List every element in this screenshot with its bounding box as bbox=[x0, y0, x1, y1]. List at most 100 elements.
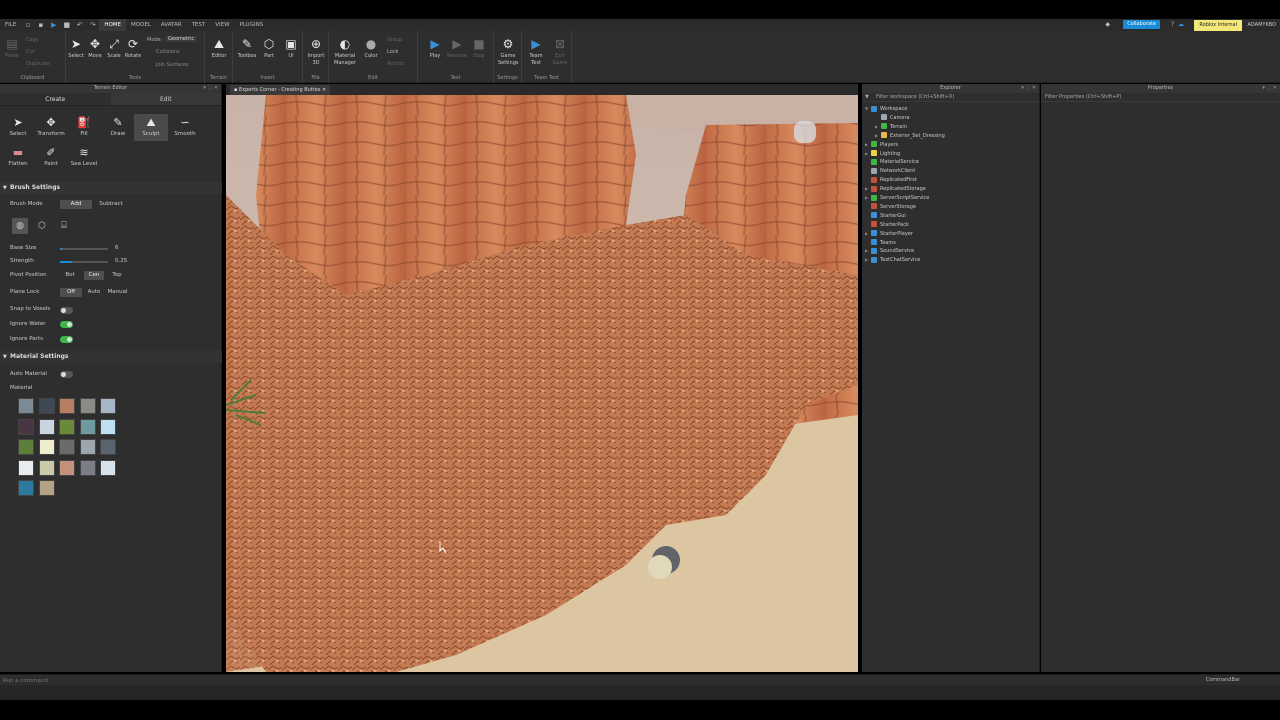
brush-sphere-button[interactable]: ◍ bbox=[12, 218, 28, 234]
material-swatch[interactable] bbox=[38, 398, 55, 414]
auto-material-toggle[interactable] bbox=[60, 371, 73, 378]
pivot-bot-button[interactable]: Bot bbox=[60, 271, 80, 280]
tab-edit[interactable]: Edit bbox=[110, 93, 221, 105]
panel-close-icon[interactable]: ▾ ⬚ ✕ bbox=[1021, 84, 1036, 93]
stop-button[interactable]: ■ Stop bbox=[469, 37, 489, 59]
explorer-item[interactable]: ▶ ServerScriptService bbox=[865, 194, 929, 202]
game-settings-button[interactable]: ⚙ Game Settings bbox=[498, 37, 519, 66]
material-swatch[interactable] bbox=[18, 439, 34, 455]
material-swatch[interactable] bbox=[79, 459, 96, 476]
material-swatch[interactable] bbox=[100, 398, 116, 414]
tool-sea-level[interactable]: ≋ Sea Level bbox=[67, 146, 101, 168]
base-size-value[interactable]: 6 bbox=[115, 245, 119, 251]
explorer-item[interactable]: NetworkClient bbox=[865, 167, 915, 175]
ignore-water-toggle[interactable] bbox=[60, 321, 73, 328]
group-button[interactable]: Group bbox=[387, 37, 402, 43]
explorer-item[interactable]: ▶ StarterPlayer bbox=[865, 230, 913, 238]
explorer-item[interactable]: ▶ Players bbox=[865, 141, 898, 149]
explorer-item[interactable]: ServerStorage bbox=[865, 203, 916, 211]
plane-manual-button[interactable]: Manual bbox=[105, 288, 130, 297]
explorer-item[interactable]: ▶ TextChatService bbox=[865, 256, 920, 264]
ui-button[interactable]: ▣ UI bbox=[281, 37, 301, 59]
material-swatch[interactable] bbox=[18, 459, 34, 476]
cloud-icon[interactable]: ☁ bbox=[1178, 21, 1184, 28]
toolbox-button[interactable]: ✎ Toolbox bbox=[237, 37, 257, 59]
scale-button[interactable]: ⤢ Scale bbox=[104, 37, 124, 59]
material-settings-header[interactable]: ▼ Material Settings bbox=[0, 351, 222, 363]
collaborate-button[interactable]: Collaborate bbox=[1123, 20, 1160, 29]
undo-icon[interactable]: ↶ bbox=[76, 21, 83, 29]
collisions-toggle[interactable]: Collisions bbox=[156, 49, 180, 55]
resume-button[interactable]: ▶ Resume bbox=[447, 37, 467, 59]
save-icon[interactable]: ▪ bbox=[37, 21, 44, 29]
viewport-tab[interactable]: ▪ Experts Corner - Creating Buttes ✕ bbox=[230, 85, 331, 95]
pivot-top-button[interactable]: Top bbox=[107, 271, 127, 280]
material-swatch[interactable] bbox=[100, 459, 116, 476]
tool-transform[interactable]: ✥ Transform bbox=[34, 116, 68, 138]
stop-icon[interactable]: ■ bbox=[63, 21, 71, 29]
strength-value[interactable]: 0.25 bbox=[115, 258, 127, 264]
move-button[interactable]: ✥ Move bbox=[85, 37, 105, 59]
tab-home[interactable]: HOME bbox=[99, 19, 127, 31]
anchor-button[interactable]: Anchor bbox=[387, 61, 405, 67]
tool-select[interactable]: ➤ Select bbox=[1, 116, 35, 138]
menu-file[interactable]: FILE bbox=[0, 19, 21, 31]
explorer-item[interactable]: ▶ SoundService bbox=[865, 247, 914, 255]
mode-select[interactable]: Geometric bbox=[165, 36, 198, 42]
material-swatch[interactable] bbox=[18, 398, 34, 414]
explorer-item[interactable]: ▶ Exterior_Set_Dressing bbox=[875, 132, 945, 140]
ignore-parts-toggle[interactable] bbox=[60, 336, 73, 343]
explorer-item[interactable]: MaterialService bbox=[865, 158, 919, 166]
play-button[interactable]: ▶ Play bbox=[425, 37, 445, 59]
duplicate-button[interactable]: Duplicate bbox=[26, 61, 50, 67]
command-input[interactable] bbox=[3, 676, 1203, 685]
cut-button[interactable]: Cut bbox=[26, 49, 35, 55]
notification-icon[interactable]: ◆ bbox=[1105, 21, 1110, 28]
brush-add-button[interactable]: Add bbox=[60, 200, 92, 209]
paste-button[interactable]: ▤ Paste bbox=[2, 37, 22, 59]
explorer-item[interactable]: ▶ Terrain bbox=[875, 123, 907, 131]
rotate-button[interactable]: ⟳ Rotate bbox=[123, 37, 143, 59]
tool-smooth[interactable]: ∽ Smooth bbox=[168, 116, 202, 138]
brush-subtract-button[interactable]: Subtract bbox=[94, 200, 128, 209]
team-test-button[interactable]: ▶ Team Test bbox=[526, 37, 546, 66]
username[interactable]: ADAMYKBO bbox=[1247, 20, 1276, 30]
material-swatch[interactable] bbox=[79, 398, 96, 414]
material-swatch[interactable] bbox=[100, 439, 116, 455]
select-button[interactable]: ➤ Select bbox=[66, 37, 86, 59]
base-size-slider[interactable] bbox=[60, 248, 108, 250]
panel-close-icon[interactable]: ▾ ⬚ ✕ bbox=[1262, 84, 1277, 93]
material-swatch[interactable] bbox=[79, 439, 96, 455]
brush-cylinder-button[interactable]: ⌸ bbox=[56, 218, 72, 234]
tool-paint[interactable]: ✐ Paint bbox=[34, 146, 68, 168]
material-manager-button[interactable]: ◐ Material Manager bbox=[333, 37, 357, 66]
part-button[interactable]: ⬡ Part bbox=[259, 37, 279, 59]
explorer-item[interactable]: StarterPack bbox=[865, 221, 909, 229]
redo-icon[interactable]: ↷ bbox=[89, 21, 96, 29]
material-swatch[interactable] bbox=[59, 439, 75, 455]
plane-auto-button[interactable]: Auto bbox=[84, 288, 104, 297]
tab-model[interactable]: MODEL bbox=[126, 19, 156, 31]
tab-avatar[interactable]: AVATAR bbox=[156, 19, 187, 31]
import-3d-button[interactable]: ⊕ Import 3D bbox=[306, 37, 326, 66]
explorer-item[interactable]: ▶ ReplicatedStorage bbox=[865, 185, 926, 193]
color-button[interactable]: ● Color bbox=[361, 37, 381, 59]
3d-viewport[interactable] bbox=[226, 95, 858, 672]
tool-fill[interactable]: ⛽ Fill bbox=[67, 116, 101, 138]
material-swatch[interactable] bbox=[59, 398, 75, 414]
explorer-item[interactable]: ▶ Lighting bbox=[865, 150, 900, 158]
snap-voxels-toggle[interactable] bbox=[60, 307, 73, 314]
terrain-editor-button[interactable]: ⛰ Editor bbox=[209, 37, 229, 59]
close-tab-icon[interactable]: ✕ bbox=[322, 87, 326, 93]
tab-view[interactable]: VIEW bbox=[210, 19, 234, 31]
properties-filter-input[interactable]: Filter Properties (Ctrl+Shift+P) bbox=[1041, 93, 1280, 102]
explorer-item[interactable]: StarterGui bbox=[865, 212, 906, 220]
join-surfaces-toggle[interactable]: Join Surfaces bbox=[156, 62, 188, 68]
brush-settings-header[interactable]: ▼ Brush Settings bbox=[0, 182, 222, 194]
material-swatch[interactable] bbox=[38, 480, 55, 496]
copy-button[interactable]: Copy bbox=[26, 37, 39, 43]
material-swatch[interactable] bbox=[38, 459, 55, 476]
play-icon[interactable]: ▶ bbox=[50, 21, 57, 29]
material-swatch[interactable] bbox=[18, 418, 34, 435]
tab-test[interactable]: TEST bbox=[187, 19, 211, 31]
